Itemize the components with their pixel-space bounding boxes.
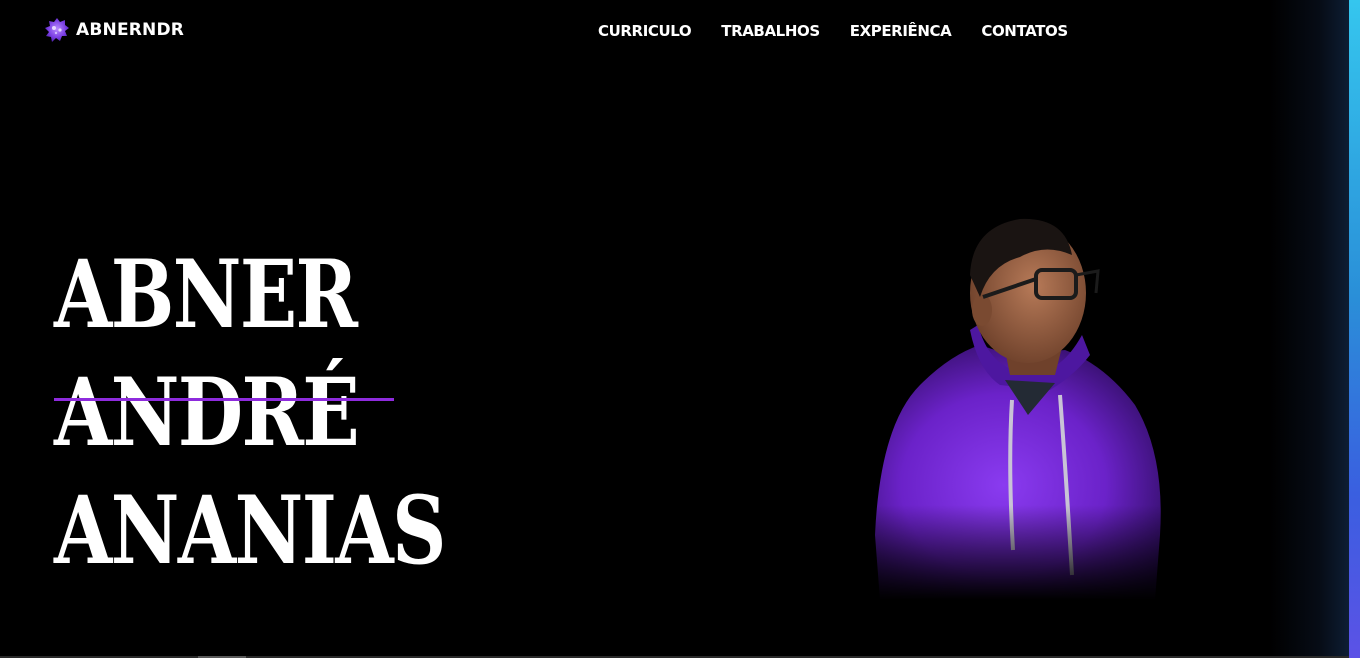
hero-name-first: ABNER [54, 240, 358, 350]
page: ABNERNDR CURRICULO TRABALHOS EXPERIÊNCA … [0, 0, 1360, 658]
hero-name: ABNER ANDRÉ ANANIAS [54, 236, 543, 590]
nav-link-curriculo[interactable]: CURRICULO [598, 22, 692, 40]
site-logo[interactable]: ABNERNDR [44, 15, 184, 45]
edge-glow [1270, 0, 1360, 658]
accent-strike-line [54, 398, 394, 401]
purple-blob-logo-icon [45, 18, 69, 42]
hero-name-middle: ANDRÉ [54, 358, 360, 468]
nav-link-contatos[interactable]: CONTATOS [981, 22, 1068, 40]
portrait-photo [860, 218, 1180, 600]
nav-link-experiencia[interactable]: EXPERIÊNCA [850, 22, 952, 40]
logo-text: ABNERNDR [76, 20, 185, 40]
scrollbar[interactable] [1349, 0, 1360, 658]
main-nav: CURRICULO TRABALHOS EXPERIÊNCA CONTATOS [598, 22, 1068, 40]
nav-link-trabalhos[interactable]: TRABALHOS [721, 22, 820, 40]
hero-name-last: ANANIAS [54, 476, 446, 586]
